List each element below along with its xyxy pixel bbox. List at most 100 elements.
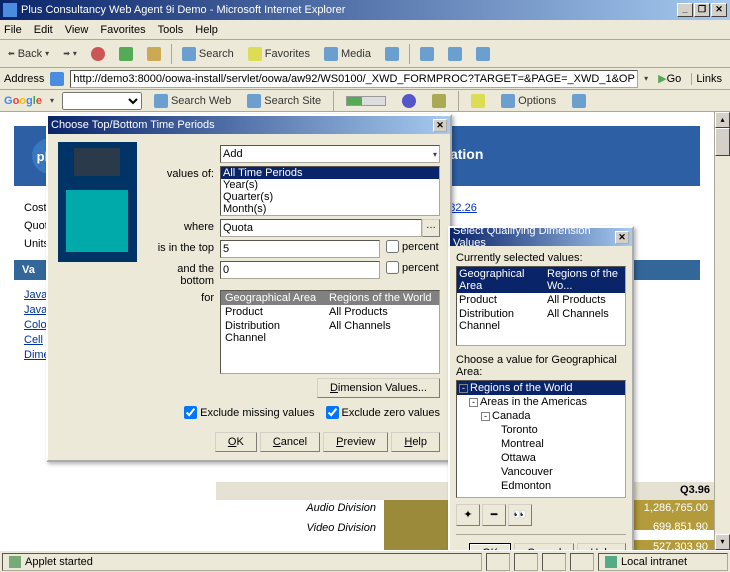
extra-button[interactable] — [568, 92, 590, 110]
vertical-scrollbar[interactable]: ▴ ▾ — [714, 112, 730, 550]
cell[interactable]: Product — [221, 305, 325, 319]
forward-button[interactable]: ➡▾ — [59, 47, 81, 60]
menu-help[interactable]: Help — [195, 24, 218, 36]
list-item[interactable]: Quarter(s) — [221, 191, 439, 203]
value-tree[interactable]: -Regions of the World -Areas in the Amer… — [456, 380, 626, 498]
ok-button[interactable]: OK — [215, 432, 257, 452]
expand-button[interactable]: ✦ — [456, 504, 480, 526]
ie-icon — [3, 3, 17, 17]
history-icon — [385, 47, 399, 61]
collapse-icon[interactable]: - — [469, 398, 478, 407]
tree-item[interactable]: Vancouver — [457, 465, 625, 479]
history-button[interactable] — [381, 45, 403, 63]
tree-item[interactable]: Toronto — [457, 423, 625, 437]
mail-button[interactable] — [416, 45, 438, 63]
back-button[interactable]: ⬅Back▾ — [4, 46, 53, 62]
google-search-input[interactable] — [62, 92, 142, 110]
preview-button[interactable]: Preview — [323, 432, 388, 452]
cell[interactable]: All Products — [545, 293, 625, 307]
up-button[interactable] — [428, 92, 450, 110]
values-of-label: values of: — [145, 166, 220, 180]
tree-item-selected[interactable]: -Regions of the World — [457, 381, 625, 395]
media-button[interactable]: Media — [320, 45, 375, 63]
menu-tools[interactable]: Tools — [158, 24, 184, 36]
edit-button[interactable] — [472, 45, 494, 63]
stop-button[interactable] — [87, 45, 109, 63]
where-input[interactable] — [220, 219, 422, 237]
cell[interactable]: Product — [457, 293, 545, 307]
links-button[interactable]: Links — [691, 73, 726, 85]
scroll-thumb[interactable] — [715, 128, 730, 156]
where-picker-button[interactable]: … — [422, 219, 440, 237]
favorites-button[interactable]: Favorites — [244, 45, 314, 63]
collapse-icon[interactable]: - — [459, 384, 468, 393]
go-icon: ▶ — [658, 73, 666, 85]
print-button[interactable] — [444, 45, 466, 63]
dialog-title: Select Qualifying Dimension Values — [453, 225, 615, 249]
dialog-close-button[interactable]: ✕ — [615, 231, 629, 244]
statusbar: Applet started Local intranet — [0, 550, 730, 572]
dialog-close-button[interactable]: ✕ — [433, 119, 447, 132]
status-text: Applet started — [25, 556, 93, 568]
menu-favorites[interactable]: Favorites — [100, 24, 145, 36]
refresh-button[interactable] — [115, 45, 137, 63]
options-button[interactable]: Options — [497, 92, 560, 110]
scroll-down-button[interactable]: ▾ — [715, 534, 730, 550]
time-periods-listbox[interactable]: All Time Periods Year(s) Quarter(s) Mont… — [220, 166, 440, 216]
exclude-zero-checkbox[interactable]: Exclude zero values — [326, 406, 440, 419]
tree-item[interactable]: -Areas in the Americas — [457, 395, 625, 409]
collapse-button[interactable]: ━ — [482, 504, 506, 526]
highlight-button[interactable] — [467, 92, 489, 110]
scroll-up-button[interactable]: ▴ — [715, 112, 730, 128]
menu-view[interactable]: View — [65, 24, 89, 36]
tree-item[interactable]: Edmonton — [457, 479, 625, 493]
action-dropdown[interactable]: Add▾ — [220, 145, 440, 163]
close-button[interactable]: ✕ — [711, 3, 727, 17]
menu-edit[interactable]: Edit — [34, 24, 53, 36]
current-values-table[interactable]: Geographical Area Regions of the Wo... P… — [456, 266, 626, 346]
find-button[interactable]: 👀 — [508, 504, 532, 526]
up-icon — [432, 94, 446, 108]
tree-item[interactable]: Montreal — [457, 437, 625, 451]
cell[interactable]: Distribution Channel — [457, 307, 545, 333]
pagerank-button[interactable] — [342, 94, 390, 108]
top-value-input[interactable] — [220, 240, 380, 258]
cell[interactable]: All Channels — [325, 319, 439, 345]
minimize-button[interactable]: _ — [677, 3, 693, 17]
current-values-label: Currently selected values: — [456, 252, 626, 264]
list-item[interactable]: Month(s) — [221, 203, 439, 215]
cancel-button[interactable]: Cancel — [260, 432, 320, 452]
home-button[interactable] — [143, 45, 165, 63]
search-button[interactable]: Search — [178, 45, 238, 63]
tree-item[interactable]: Ottawa — [457, 451, 625, 465]
cell[interactable]: All Products — [325, 305, 439, 319]
cell[interactable]: All Channels — [545, 307, 625, 333]
chevron-down-icon[interactable]: ▾ — [50, 96, 54, 105]
collapse-icon[interactable]: - — [481, 412, 490, 421]
list-item[interactable]: All Time Periods — [221, 167, 439, 179]
info-button[interactable] — [398, 92, 420, 110]
bottom-percent-checkbox[interactable]: percent — [386, 261, 439, 274]
info-icon — [402, 94, 416, 108]
bottom-value-input[interactable] — [220, 261, 380, 279]
pagerank-icon — [346, 96, 386, 106]
maximize-button[interactable]: ❐ — [694, 3, 710, 17]
search-site-button[interactable]: Search Site — [243, 92, 325, 110]
list-item[interactable]: Year(s) — [221, 179, 439, 191]
address-input[interactable] — [70, 70, 638, 88]
go-button[interactable]: ▶Go — [654, 72, 685, 85]
cell[interactable]: Distribution Channel — [221, 319, 325, 345]
chevron-down-icon[interactable]: ▾ — [644, 74, 648, 83]
menu-file[interactable]: File — [4, 24, 22, 36]
top-percent-checkbox[interactable]: percent — [386, 240, 439, 253]
help-button[interactable]: Help — [391, 432, 440, 452]
search-web-button[interactable]: Search Web — [150, 92, 235, 110]
col-header: Geographical Area — [457, 267, 545, 293]
dimension-values-button[interactable]: DDimension Values...imension Values... — [317, 378, 440, 398]
exclude-missing-checkbox[interactable]: Exclude missing values — [184, 406, 314, 419]
binoculars-icon: 👀 — [513, 509, 527, 521]
select-dimension-values-dialog: Select Qualifying Dimension Values ✕ Cur… — [448, 226, 634, 571]
highlight-icon — [471, 94, 485, 108]
tree-item[interactable]: -Canada — [457, 409, 625, 423]
dimensions-table[interactable]: Geographical Area Regions of the World P… — [220, 290, 440, 374]
